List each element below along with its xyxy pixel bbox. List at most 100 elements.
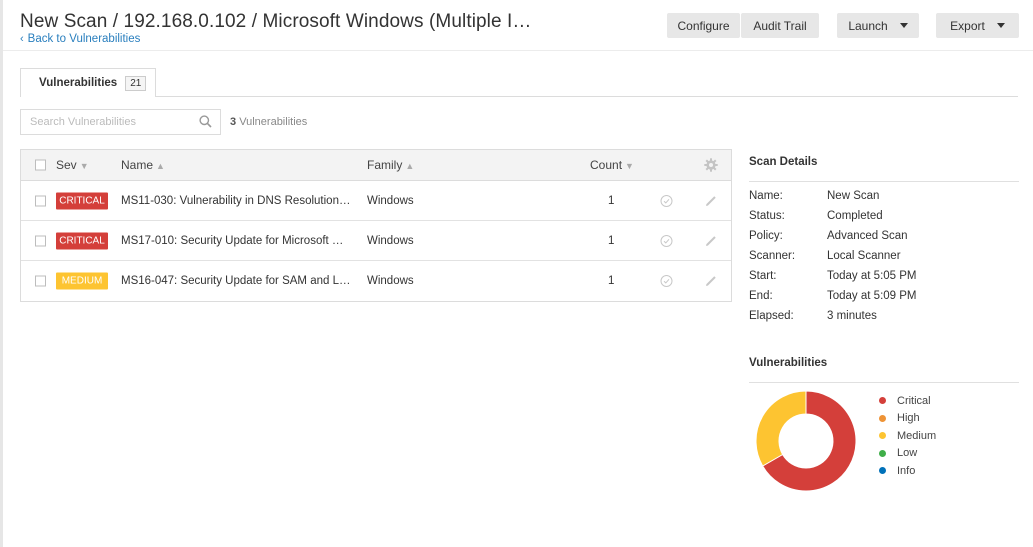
- legend-dot: [879, 432, 886, 440]
- vulnerabilities-chart-divider: [749, 382, 1019, 383]
- scan-details-divider: [749, 181, 1019, 182]
- export-label: Export: [950, 18, 985, 33]
- table-row[interactable]: CRITICAL MS17-010: Security Update for M…: [21, 221, 731, 261]
- chart-legend: Critical High Medium Low Info: [879, 392, 936, 480]
- table-row[interactable]: MEDIUM MS16-047: Security Update for SAM…: [21, 261, 731, 301]
- scan-details-panel: Scan Details Name: New Scan Status: Complet…: [749, 156, 1019, 330]
- scan-detail-key: Status:: [749, 210, 785, 222]
- back-link-label: Back to Vulnerabilities: [27, 33, 141, 45]
- vulnerability-count-label: Vulnerabilities: [239, 116, 308, 128]
- severity-badge-critical: CRITICAL: [56, 192, 108, 209]
- vulnerability-family: Windows: [367, 275, 414, 287]
- legend-dot: [879, 449, 886, 457]
- scan-detail-key: Scanner:: [749, 250, 796, 262]
- vulnerability-count-number: 3: [230, 116, 237, 128]
- vulnerability-count-cell: 1: [608, 275, 615, 287]
- scan-detail-key: Name:: [749, 190, 783, 202]
- column-family[interactable]: Family ▲: [367, 158, 414, 172]
- scan-detail-value: Today at 5:05 PM: [827, 270, 917, 282]
- scan-detail-row: Start: Today at 5:05 PM: [749, 270, 1019, 290]
- scan-detail-row: Policy: Advanced Scan: [749, 230, 1019, 250]
- severity-badge-critical: CRITICAL: [56, 232, 108, 249]
- column-name-label: Name: [121, 158, 154, 172]
- scan-detail-row: End: Today at 5:09 PM: [749, 290, 1019, 310]
- row-checkbox[interactable]: [35, 195, 46, 206]
- column-sev[interactable]: Sev ▼: [56, 158, 89, 172]
- column-family-label: Family: [367, 158, 403, 172]
- scan-details-title: Scan Details: [749, 156, 818, 168]
- launch-button[interactable]: Launch: [837, 13, 919, 38]
- scan-detail-row: Elapsed: 3 minutes: [749, 310, 1019, 330]
- scan-detail-value: Today at 5:09 PM: [827, 290, 917, 302]
- legend-item-high: High: [879, 410, 936, 428]
- pencil-icon[interactable]: [705, 195, 717, 207]
- table-header: Sev ▼ Name ▲ Family ▲ Count ▼: [21, 150, 731, 181]
- column-sev-label: Sev: [56, 158, 77, 172]
- table-row[interactable]: CRITICAL MS11-030: Vulnerability in DNS …: [21, 181, 731, 221]
- search-icon[interactable]: [199, 115, 212, 128]
- legend-item-low: Low: [879, 445, 936, 463]
- vulnerability-family: Windows: [367, 234, 414, 247]
- scan-detail-row: Scanner: Local Scanner: [749, 250, 1019, 270]
- scan-detail-value: 3 minutes: [827, 310, 877, 322]
- legend-dot: [879, 397, 886, 405]
- column-name[interactable]: Name ▲: [121, 158, 165, 172]
- row-checkbox[interactable]: [35, 275, 46, 287]
- legend-label: Info: [897, 464, 916, 477]
- legend-dot: [879, 414, 886, 422]
- scan-detail-row: Status: Completed: [749, 210, 1019, 230]
- search-input[interactable]: [21, 110, 191, 134]
- vulnerability-count: 3 Vulnerabilities: [230, 116, 307, 128]
- configure-button[interactable]: Configure: [667, 13, 740, 38]
- severity-badge-medium: MEDIUM: [56, 272, 108, 290]
- check-circle-icon[interactable]: [660, 194, 673, 207]
- column-count[interactable]: Count ▼: [590, 158, 634, 172]
- check-circle-icon[interactable]: [660, 275, 673, 288]
- scan-details-list: Name: New Scan Status: Completed Policy: Adva…: [749, 190, 1019, 330]
- back-to-vulnerabilities-link[interactable]: ‹ Back to Vulnerabilities: [20, 33, 140, 45]
- left-edge-border: [0, 0, 3, 547]
- scan-detail-value: Local Scanner: [827, 250, 901, 262]
- caret-down-icon: [996, 23, 1005, 28]
- scan-detail-value: Completed: [827, 210, 883, 222]
- pencil-icon[interactable]: [705, 275, 717, 287]
- sort-down-icon: ▼: [625, 161, 634, 171]
- export-button[interactable]: Export: [936, 13, 1019, 38]
- legend-label: Low: [897, 447, 918, 460]
- donut-slice-medium: [755, 390, 807, 467]
- legend-label: Critical: [897, 394, 931, 407]
- vulnerabilities-donut-chart: [755, 390, 857, 492]
- vulnerabilities-chart-title: Vulnerabilities: [749, 357, 828, 369]
- vulnerability-name[interactable]: MS11-030: Vulnerability in DNS Resolutio…: [121, 195, 350, 207]
- tab-count-badge: 21: [125, 75, 147, 91]
- legend-label: Medium: [897, 429, 937, 442]
- vulnerability-family: Windows: [367, 194, 414, 207]
- check-circle-icon[interactable]: [660, 234, 673, 247]
- scan-detail-key: End:: [749, 290, 773, 302]
- pencil-icon[interactable]: [705, 235, 717, 247]
- scan-detail-key: Elapsed:: [749, 310, 794, 322]
- scan-detail-row: Name: New Scan: [749, 190, 1019, 210]
- legend-item-medium: Medium: [879, 427, 936, 445]
- legend-label: High: [897, 412, 920, 425]
- sort-down-icon: ▼: [79, 161, 89, 171]
- vulnerability-count-cell: 1: [608, 234, 615, 247]
- tab-divider: [20, 96, 1018, 97]
- vulnerability-name[interactable]: MS17-010: Security Update for Microsoft …: [121, 235, 343, 247]
- sort-up-icon: ▲: [156, 161, 165, 171]
- page-title: New Scan / 192.168.0.102 / Microsoft Win…: [20, 11, 532, 32]
- tab-label: Vulnerabilities: [39, 77, 118, 89]
- tab-vulnerabilities[interactable]: Vulnerabilities 21: [20, 68, 156, 97]
- scan-detail-key: Policy:: [749, 230, 783, 242]
- select-all-checkbox[interactable]: [35, 159, 46, 171]
- search-box: [20, 109, 221, 135]
- gear-icon[interactable]: [704, 158, 718, 172]
- scan-detail-value: Advanced Scan: [827, 230, 908, 242]
- launch-label: Launch: [848, 18, 888, 33]
- legend-item-info: Info: [879, 462, 936, 480]
- audit-trail-button[interactable]: Audit Trail: [741, 13, 819, 38]
- scan-detail-value: New Scan: [827, 190, 880, 202]
- row-checkbox[interactable]: [35, 235, 46, 246]
- vulnerability-name[interactable]: MS16-047: Security Update for SAM and L…: [121, 275, 350, 287]
- scan-detail-key: Start:: [749, 270, 777, 282]
